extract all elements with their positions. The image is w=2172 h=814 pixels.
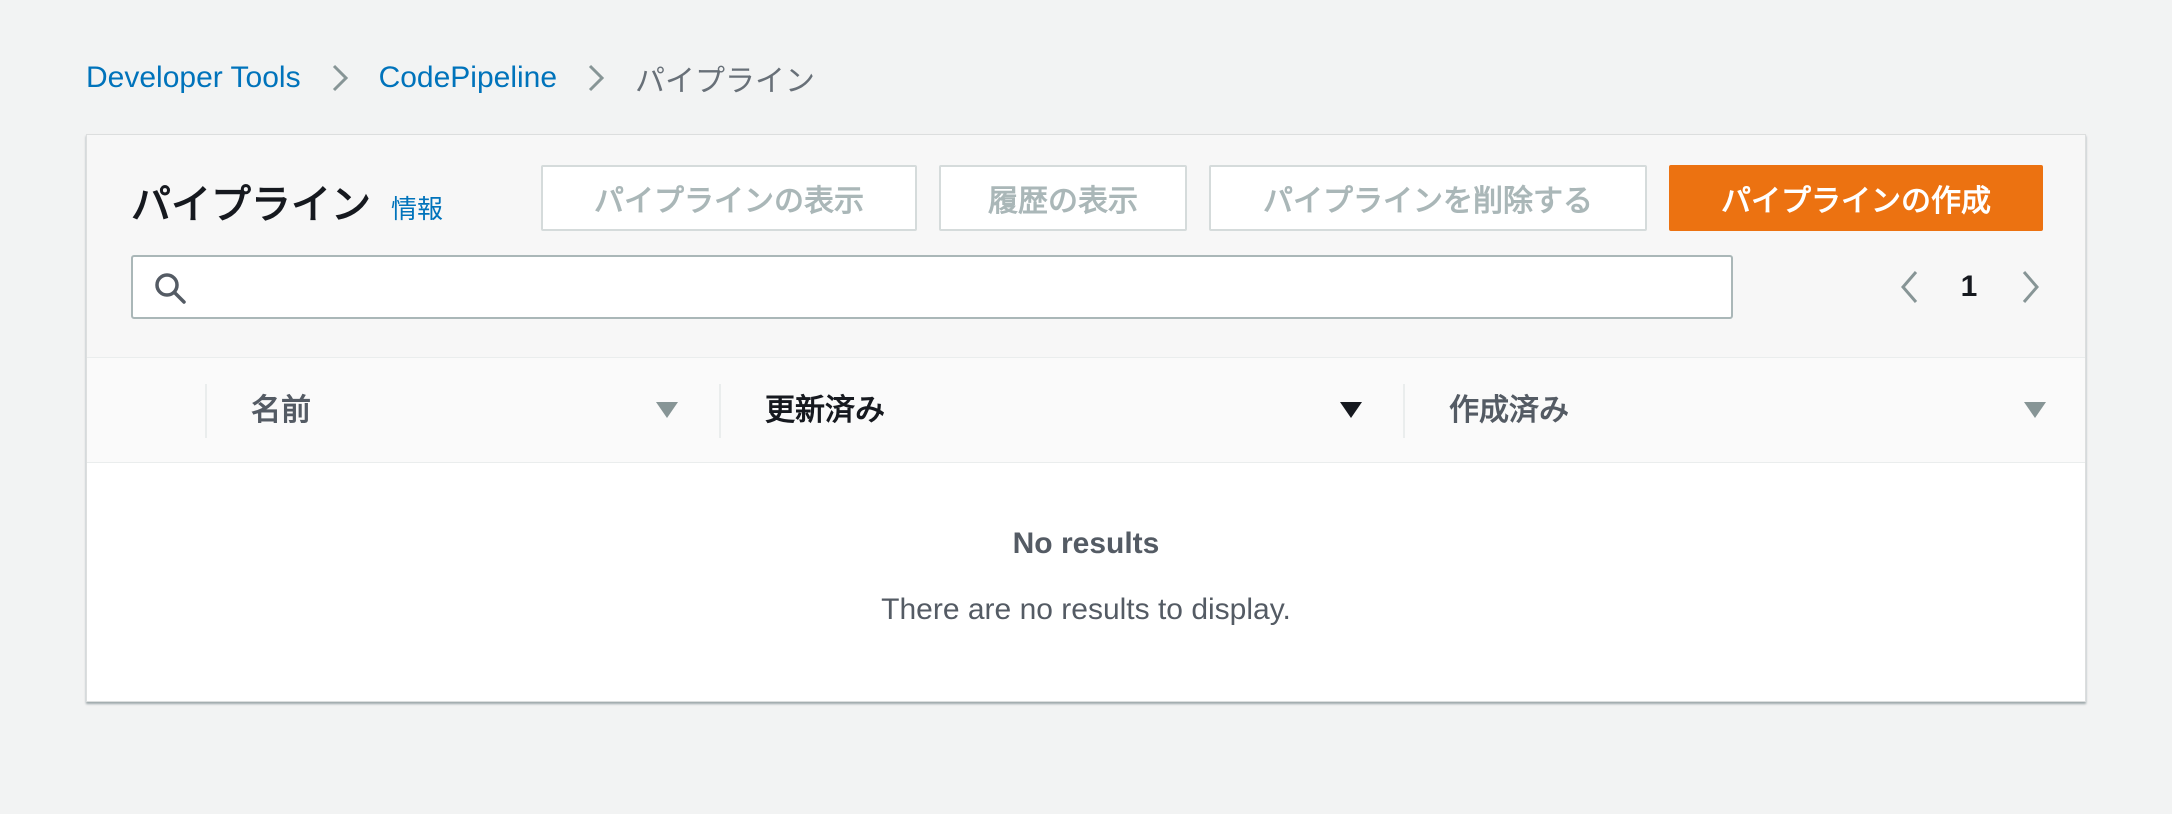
view-history-button[interactable]: 履歴の表示 xyxy=(939,165,1187,231)
page-title: パイプライン xyxy=(131,183,371,227)
chevron-left-icon[interactable] xyxy=(1889,265,1929,309)
view-pipeline-button[interactable]: パイプラインの表示 xyxy=(541,165,917,231)
search-icon xyxy=(153,271,187,305)
pipelines-panel: パイプライン 情報 パイプラインの表示 履歴の表示 パイプラインを削除する パイ… xyxy=(86,134,2086,702)
empty-state-description: There are no results to display. xyxy=(881,593,1291,626)
breadcrumb-current: パイプライン xyxy=(635,65,816,98)
delete-pipeline-button[interactable]: パイプラインを削除する xyxy=(1209,165,1647,231)
info-link[interactable]: 情報 xyxy=(391,187,443,231)
panel-header: パイプライン 情報 パイプラインの表示 履歴の表示 パイプラインを削除する パイ… xyxy=(87,135,2085,357)
column-divider xyxy=(719,384,721,438)
current-page-number[interactable]: 1 xyxy=(1949,265,1989,309)
breadcrumb: Developer Tools CodePipeline パイプライン xyxy=(86,56,815,100)
breadcrumb-developer-tools[interactable]: Developer Tools xyxy=(86,61,301,95)
table-header: 名前 更新済み 作成済み xyxy=(87,357,2085,463)
search-input[interactable] xyxy=(203,261,1723,313)
breadcrumb-codepipeline[interactable]: CodePipeline xyxy=(379,61,557,95)
empty-state-title: No results xyxy=(1012,527,1160,560)
column-divider xyxy=(1403,384,1405,438)
create-pipeline-button[interactable]: パイプラインの作成 xyxy=(1669,165,2043,231)
chevron-right-icon xyxy=(587,63,605,93)
chevron-right-icon[interactable] xyxy=(2011,265,2051,309)
column-header-updated[interactable]: 更新済み xyxy=(765,388,885,434)
chevron-right-icon xyxy=(331,63,349,93)
column-divider xyxy=(205,384,207,438)
sort-down-icon[interactable] xyxy=(655,398,679,422)
sort-down-icon[interactable] xyxy=(2023,398,2047,422)
column-header-name[interactable]: 名前 xyxy=(251,388,311,434)
search-box xyxy=(131,255,1733,319)
sort-down-icon[interactable] xyxy=(1339,398,1363,422)
column-header-created[interactable]: 作成済み xyxy=(1449,388,1569,434)
